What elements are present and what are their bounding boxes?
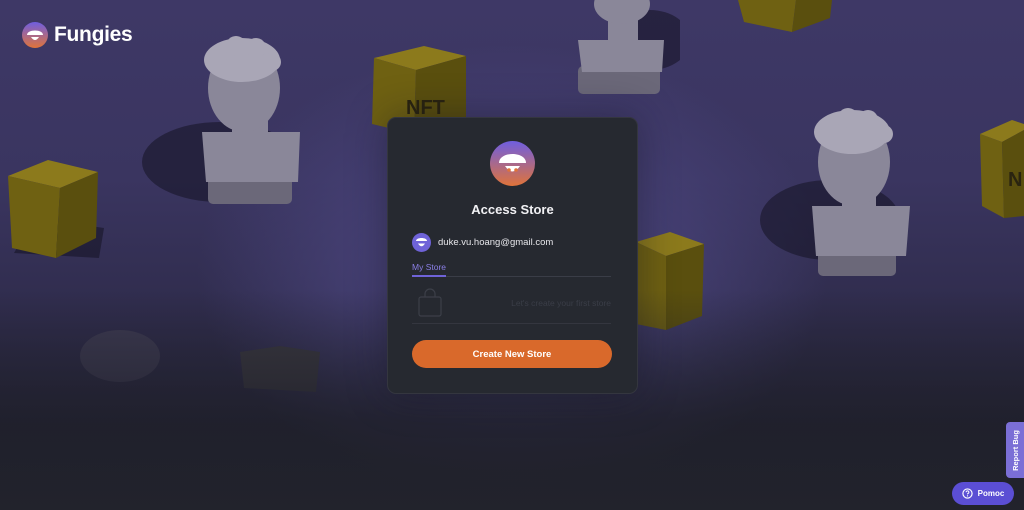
report-bug-label: Report Bug [1010, 429, 1020, 471]
smiley-avatar-icon [412, 233, 431, 252]
decor-cube-top-right [738, 0, 832, 32]
decor-cube-left [8, 160, 104, 258]
decor-bust-right [760, 108, 910, 276]
card-title: Access Store [471, 202, 554, 217]
cube-nft-label: NFT [406, 97, 445, 119]
brand-name: Fungies [54, 23, 133, 46]
divider [412, 323, 611, 324]
help-button[interactable]: Pomoc [952, 482, 1014, 505]
access-store-card: Access Store duke.vu.hoang@gmail.com My … [387, 117, 638, 394]
user-email: duke.vu.hoang@gmail.com [438, 237, 554, 248]
mushroom-smile-logo-icon [22, 22, 48, 48]
decor-cube-right: N [980, 120, 1024, 218]
empty-store-row: Let's create your first store [412, 286, 611, 324]
store-tabs: My Store [412, 262, 611, 277]
create-new-store-button[interactable]: Create New Store [412, 340, 612, 368]
decor-bust-top [578, 0, 680, 94]
shopping-bag-icon [418, 288, 442, 317]
decor-bust-left [142, 36, 300, 204]
user-account-row[interactable]: duke.vu.hoang@gmail.com [412, 233, 553, 252]
empty-state-text: Let's create your first store [511, 298, 611, 308]
brand-logo[interactable]: Fungies [22, 22, 133, 48]
mushroom-avatar-icon [490, 141, 535, 186]
question-circle-icon [961, 488, 973, 499]
tab-my-store[interactable]: My Store [412, 262, 447, 277]
help-label: Pomoc [977, 489, 1005, 498]
cube-nft-label-partial: N [1008, 169, 1022, 191]
report-bug-tab[interactable]: Report Bug [1006, 422, 1024, 478]
